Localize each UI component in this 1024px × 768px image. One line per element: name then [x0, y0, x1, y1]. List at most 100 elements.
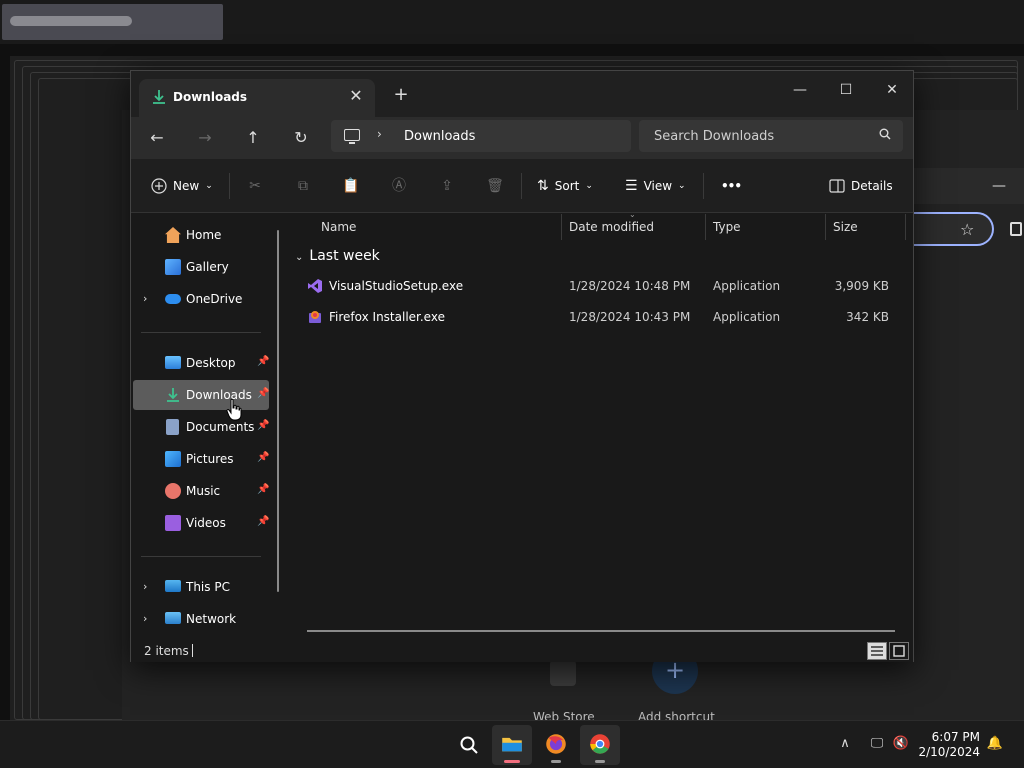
volume-muted-icon[interactable]: 🔇 — [892, 735, 910, 753]
taskbar-clock[interactable]: 6:07 PM 2/10/2024 — [918, 730, 980, 760]
rename-icon[interactable]: Ⓐ — [390, 177, 408, 195]
file-name: Firefox Installer.exe — [329, 310, 445, 324]
home-icon — [165, 227, 181, 243]
sidebar-item-home[interactable]: Home — [133, 220, 269, 250]
music-icon — [165, 483, 181, 499]
search-icon — [460, 736, 478, 754]
up-button[interactable]: ↑ — [239, 125, 267, 151]
pin-icon[interactable]: 📌 — [257, 420, 269, 431]
view-button[interactable]: ☰ View ⌄ — [625, 175, 686, 197]
sidebar-item-music[interactable]: Music 📌 — [133, 476, 269, 506]
expand-chevron-icon[interactable]: › — [143, 612, 147, 625]
view-list-icon: ☰ — [625, 178, 638, 194]
table-row[interactable]: VisualStudioSetup.exe 1/28/2024 10:48 PM… — [299, 272, 903, 300]
hand-cursor-icon — [226, 398, 242, 421]
expand-chevron-icon[interactable]: › — [143, 580, 147, 593]
address-bar[interactable]: › Downloads — [331, 120, 631, 152]
column-header-type[interactable]: Type — [707, 214, 825, 240]
background-address-bar[interactable] — [914, 212, 994, 246]
delete-icon[interactable]: 🗑 — [486, 177, 504, 195]
chevron-down-icon: ⌄ — [678, 181, 686, 191]
column-divider[interactable] — [825, 214, 826, 240]
table-row[interactable]: Firefox Installer.exe 1/28/2024 10:43 PM… — [299, 303, 903, 331]
tab-close-icon[interactable]: ✕ — [347, 87, 365, 105]
star-icon[interactable]: ☆ — [960, 220, 974, 239]
share-icon[interactable]: ⇪ — [438, 177, 456, 195]
desktop-icon — [165, 356, 181, 369]
toolbar-divider — [521, 173, 522, 199]
pin-icon[interactable]: 📌 — [257, 356, 269, 367]
pin-icon[interactable]: 📌 — [257, 484, 269, 495]
more-options-button[interactable]: ••• — [721, 175, 742, 197]
copy-icon[interactable]: ⧉ — [294, 177, 312, 195]
tiles-view-icon — [893, 645, 905, 657]
column-header-date-modified[interactable]: Date modified — [563, 214, 705, 240]
paste-icon[interactable]: 📋 — [342, 177, 360, 195]
column-header-size[interactable]: Size — [827, 214, 905, 240]
background-browser-toolbar — [914, 168, 1024, 204]
group-header-last-week[interactable]: ⌄ Last week — [295, 248, 380, 264]
background-minimize-icon[interactable]: — — [992, 178, 1006, 194]
collapse-chevron-icon[interactable]: ⌄ — [295, 252, 303, 263]
file-date: 1/28/2024 10:48 PM — [569, 279, 691, 293]
pin-icon[interactable]: 📌 — [257, 452, 269, 463]
tab-downloads[interactable]: Downloads ✕ — [139, 79, 375, 117]
back-button[interactable]: ← — [143, 125, 171, 151]
sidebar-item-this-pc[interactable]: › This PC — [133, 572, 269, 602]
refresh-button[interactable]: ↻ — [287, 125, 315, 151]
new-tab-button[interactable]: + — [391, 85, 411, 105]
network-status-icon[interactable]: 🖵 — [868, 735, 886, 753]
sidebar-divider — [141, 556, 261, 557]
taskbar-firefox[interactable] — [536, 725, 576, 765]
sidepanel-icon[interactable] — [1010, 222, 1022, 236]
web-store-icon[interactable] — [550, 660, 576, 686]
notification-bell-icon[interactable]: 🔔 — [986, 735, 1004, 753]
sidebar-item-gallery[interactable]: Gallery — [133, 252, 269, 282]
column-header-label: Name — [321, 220, 357, 234]
tiles-view-button[interactable] — [889, 642, 909, 660]
forward-button[interactable]: → — [191, 125, 219, 151]
sidebar-item-desktop[interactable]: Desktop 📌 — [133, 348, 269, 378]
taskbar-file-explorer[interactable] — [492, 725, 532, 765]
close-button[interactable]: ✕ — [869, 75, 915, 105]
minimize-button[interactable]: — — [777, 75, 823, 105]
sidebar-item-pictures[interactable]: Pictures 📌 — [133, 444, 269, 474]
search-button[interactable] — [448, 725, 488, 765]
column-divider[interactable] — [905, 214, 906, 240]
pin-icon[interactable]: 📌 — [257, 388, 269, 399]
sidebar-item-label: Pictures — [186, 452, 234, 466]
maximize-button[interactable]: ☐ — [823, 75, 869, 105]
cut-icon[interactable]: ✂ — [246, 177, 264, 195]
clock-date: 2/10/2024 — [918, 745, 980, 759]
sidebar-item-label: Music — [186, 484, 221, 498]
sidebar-item-documents[interactable]: Documents 📌 — [133, 412, 269, 442]
breadcrumb-downloads[interactable]: Downloads — [404, 129, 475, 144]
chrome-icon — [590, 734, 610, 754]
details-pane-button[interactable]: Details — [829, 175, 893, 197]
sidebar-item-downloads[interactable]: Downloads 📌 — [133, 380, 269, 410]
sort-icon: ⇅ — [537, 178, 549, 194]
horizontal-scrollbar[interactable] — [307, 630, 895, 632]
taskbar-chrome[interactable] — [580, 725, 620, 765]
breadcrumb-chevron-icon[interactable]: › — [377, 127, 382, 141]
file-list: ⌄ Name Date modified Type Size ⌄ Last wee… — [289, 210, 913, 640]
group-label: Last week — [309, 248, 380, 264]
search-input[interactable]: Search Downloads — [639, 120, 903, 152]
sidebar-scrollbar[interactable] — [277, 230, 279, 592]
active-indicator — [504, 760, 520, 763]
column-header-name[interactable]: Name — [315, 214, 561, 240]
expand-chevron-icon[interactable]: › — [143, 292, 147, 305]
sidebar-item-onedrive[interactable]: › OneDrive — [133, 284, 269, 314]
item-count: 2 items — [144, 644, 189, 658]
column-divider[interactable] — [561, 214, 562, 240]
sidebar-item-label: Desktop — [186, 356, 236, 370]
pin-icon[interactable]: 📌 — [257, 516, 269, 527]
sidebar-item-videos[interactable]: Videos 📌 — [133, 508, 269, 538]
sort-button[interactable]: ⇅ Sort ⌄ — [537, 175, 593, 197]
new-button[interactable]: New ⌄ — [151, 175, 213, 197]
running-indicator — [595, 760, 605, 763]
column-divider[interactable] — [705, 214, 706, 240]
sidebar-item-network[interactable]: › Network — [133, 604, 269, 634]
tray-overflow-chevron-icon[interactable]: ∧ — [836, 735, 854, 753]
details-view-button[interactable] — [867, 642, 887, 660]
